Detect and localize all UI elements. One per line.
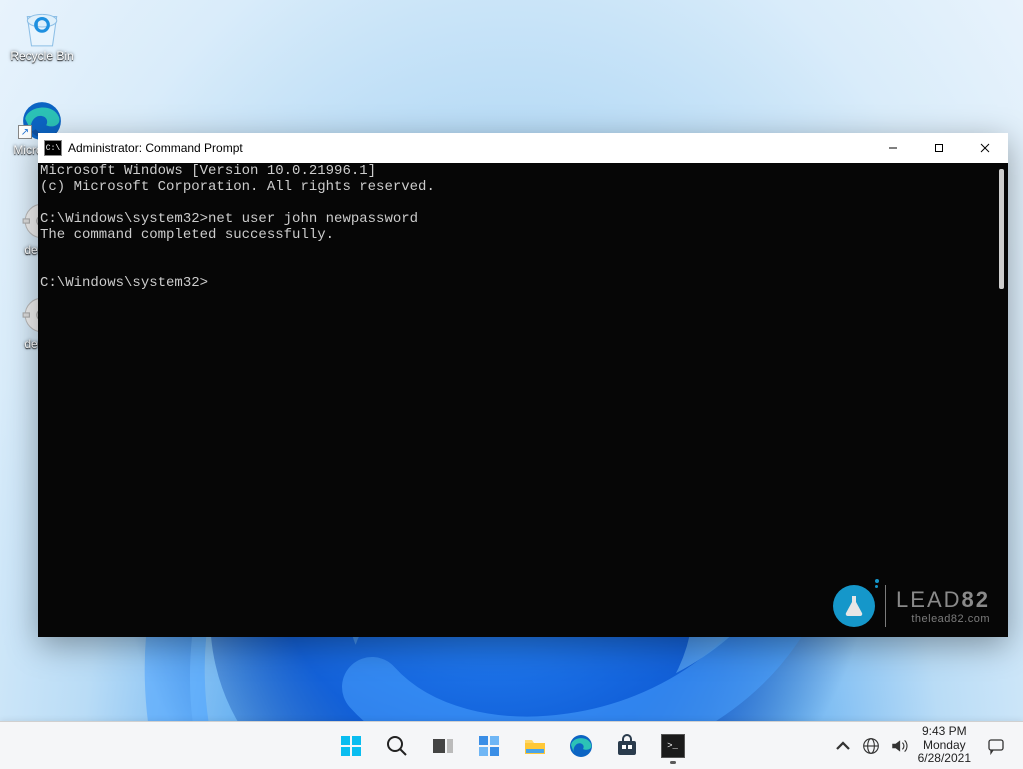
task-view-button[interactable]: [423, 726, 463, 766]
folder-icon: [523, 734, 547, 758]
command-prompt-button[interactable]: >_: [653, 726, 693, 766]
command-prompt-window[interactable]: C:\ Administrator: Command Prompt Micros…: [38, 133, 1008, 637]
taskbar-center: >_: [331, 722, 693, 769]
widgets-icon: [477, 734, 501, 758]
close-button[interactable]: [962, 133, 1008, 163]
widgets-button[interactable]: [469, 726, 509, 766]
start-button[interactable]: [331, 726, 371, 766]
edge-icon: [569, 734, 593, 758]
store-button[interactable]: [607, 726, 647, 766]
chevron-up-icon: [834, 737, 852, 755]
minimize-button[interactable]: [870, 133, 916, 163]
cmd-icon: C:\: [44, 140, 62, 156]
desktop-icon-label: Recycle Bin: [4, 50, 80, 63]
recycle-bin-icon: [21, 6, 63, 48]
volume-button[interactable]: [890, 737, 908, 755]
speaker-icon: [890, 737, 908, 755]
notifications-button[interactable]: [981, 731, 1011, 761]
file-explorer-button[interactable]: [515, 726, 555, 766]
store-icon: [615, 734, 639, 758]
cmd-icon: >_: [661, 734, 685, 758]
edge-button[interactable]: [561, 726, 601, 766]
taskbar-clock[interactable]: 9:43 PM Monday 6/28/2021: [918, 725, 971, 766]
shortcut-overlay-icon: ↗: [18, 125, 32, 139]
window-titlebar[interactable]: C:\ Administrator: Command Prompt: [38, 133, 1008, 163]
chat-icon: [987, 737, 1005, 755]
system-tray: 9:43 PM Monday 6/28/2021: [834, 722, 1011, 769]
tray-overflow-button[interactable]: [834, 737, 852, 755]
window-title: Administrator: Command Prompt: [68, 141, 243, 155]
windows-logo-icon: [339, 734, 363, 758]
globe-icon: [862, 737, 880, 755]
network-button[interactable]: [862, 737, 880, 755]
search-button[interactable]: [377, 726, 417, 766]
taskbar: >_ 9:43 PM Monday 6/28/2021: [0, 721, 1023, 769]
search-icon: [385, 734, 409, 758]
task-view-icon: [431, 734, 455, 758]
clock-day: Monday: [918, 739, 971, 753]
maximize-button[interactable]: [916, 133, 962, 163]
scrollbar-thumb[interactable]: [999, 169, 1004, 289]
clock-date: 6/28/2021: [918, 752, 971, 766]
terminal-output[interactable]: Microsoft Windows [Version 10.0.21996.1]…: [38, 163, 1008, 637]
clock-time: 9:43 PM: [918, 725, 971, 739]
desktop-icon-recycle-bin[interactable]: Recycle Bin: [4, 6, 80, 63]
